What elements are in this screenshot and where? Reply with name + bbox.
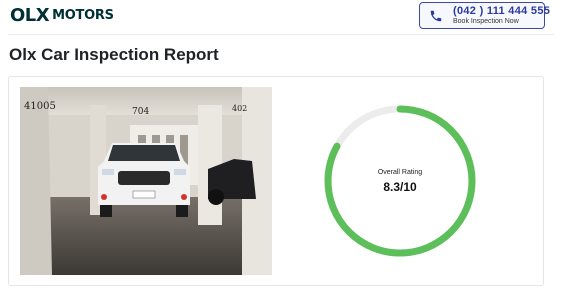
overall-rating-value: 8.3/10 xyxy=(383,180,417,194)
inspection-summary-card: 41005 704 402 Overall Rating 8.3/10 xyxy=(8,76,544,286)
header-divider xyxy=(8,34,554,35)
logo-text: MOTORS xyxy=(52,8,114,23)
phone-icon xyxy=(430,10,442,22)
phone-number: (042 ) 111 444 555 xyxy=(453,5,551,17)
page-title: Olx Car Inspection Report xyxy=(9,45,219,64)
photo-label-402: 402 xyxy=(232,104,247,113)
photo-label-41005: 41005 xyxy=(24,101,56,112)
photo-label-704: 704 xyxy=(132,107,149,117)
olx-motors-logo[interactable]: OLX MOTORS xyxy=(10,7,114,25)
overall-rating-label: Overall Rating xyxy=(377,169,423,176)
header: OLX MOTORS (042 ) 111 444 555 Book Inspe… xyxy=(0,0,587,34)
book-inspection-button[interactable]: (042 ) 111 444 555 Book Inspection Now xyxy=(419,2,550,29)
car-photo: 41005 704 402 xyxy=(20,87,272,275)
logo-mark: OLX xyxy=(10,5,50,26)
book-inspection-label: Book Inspection Now xyxy=(453,18,519,25)
